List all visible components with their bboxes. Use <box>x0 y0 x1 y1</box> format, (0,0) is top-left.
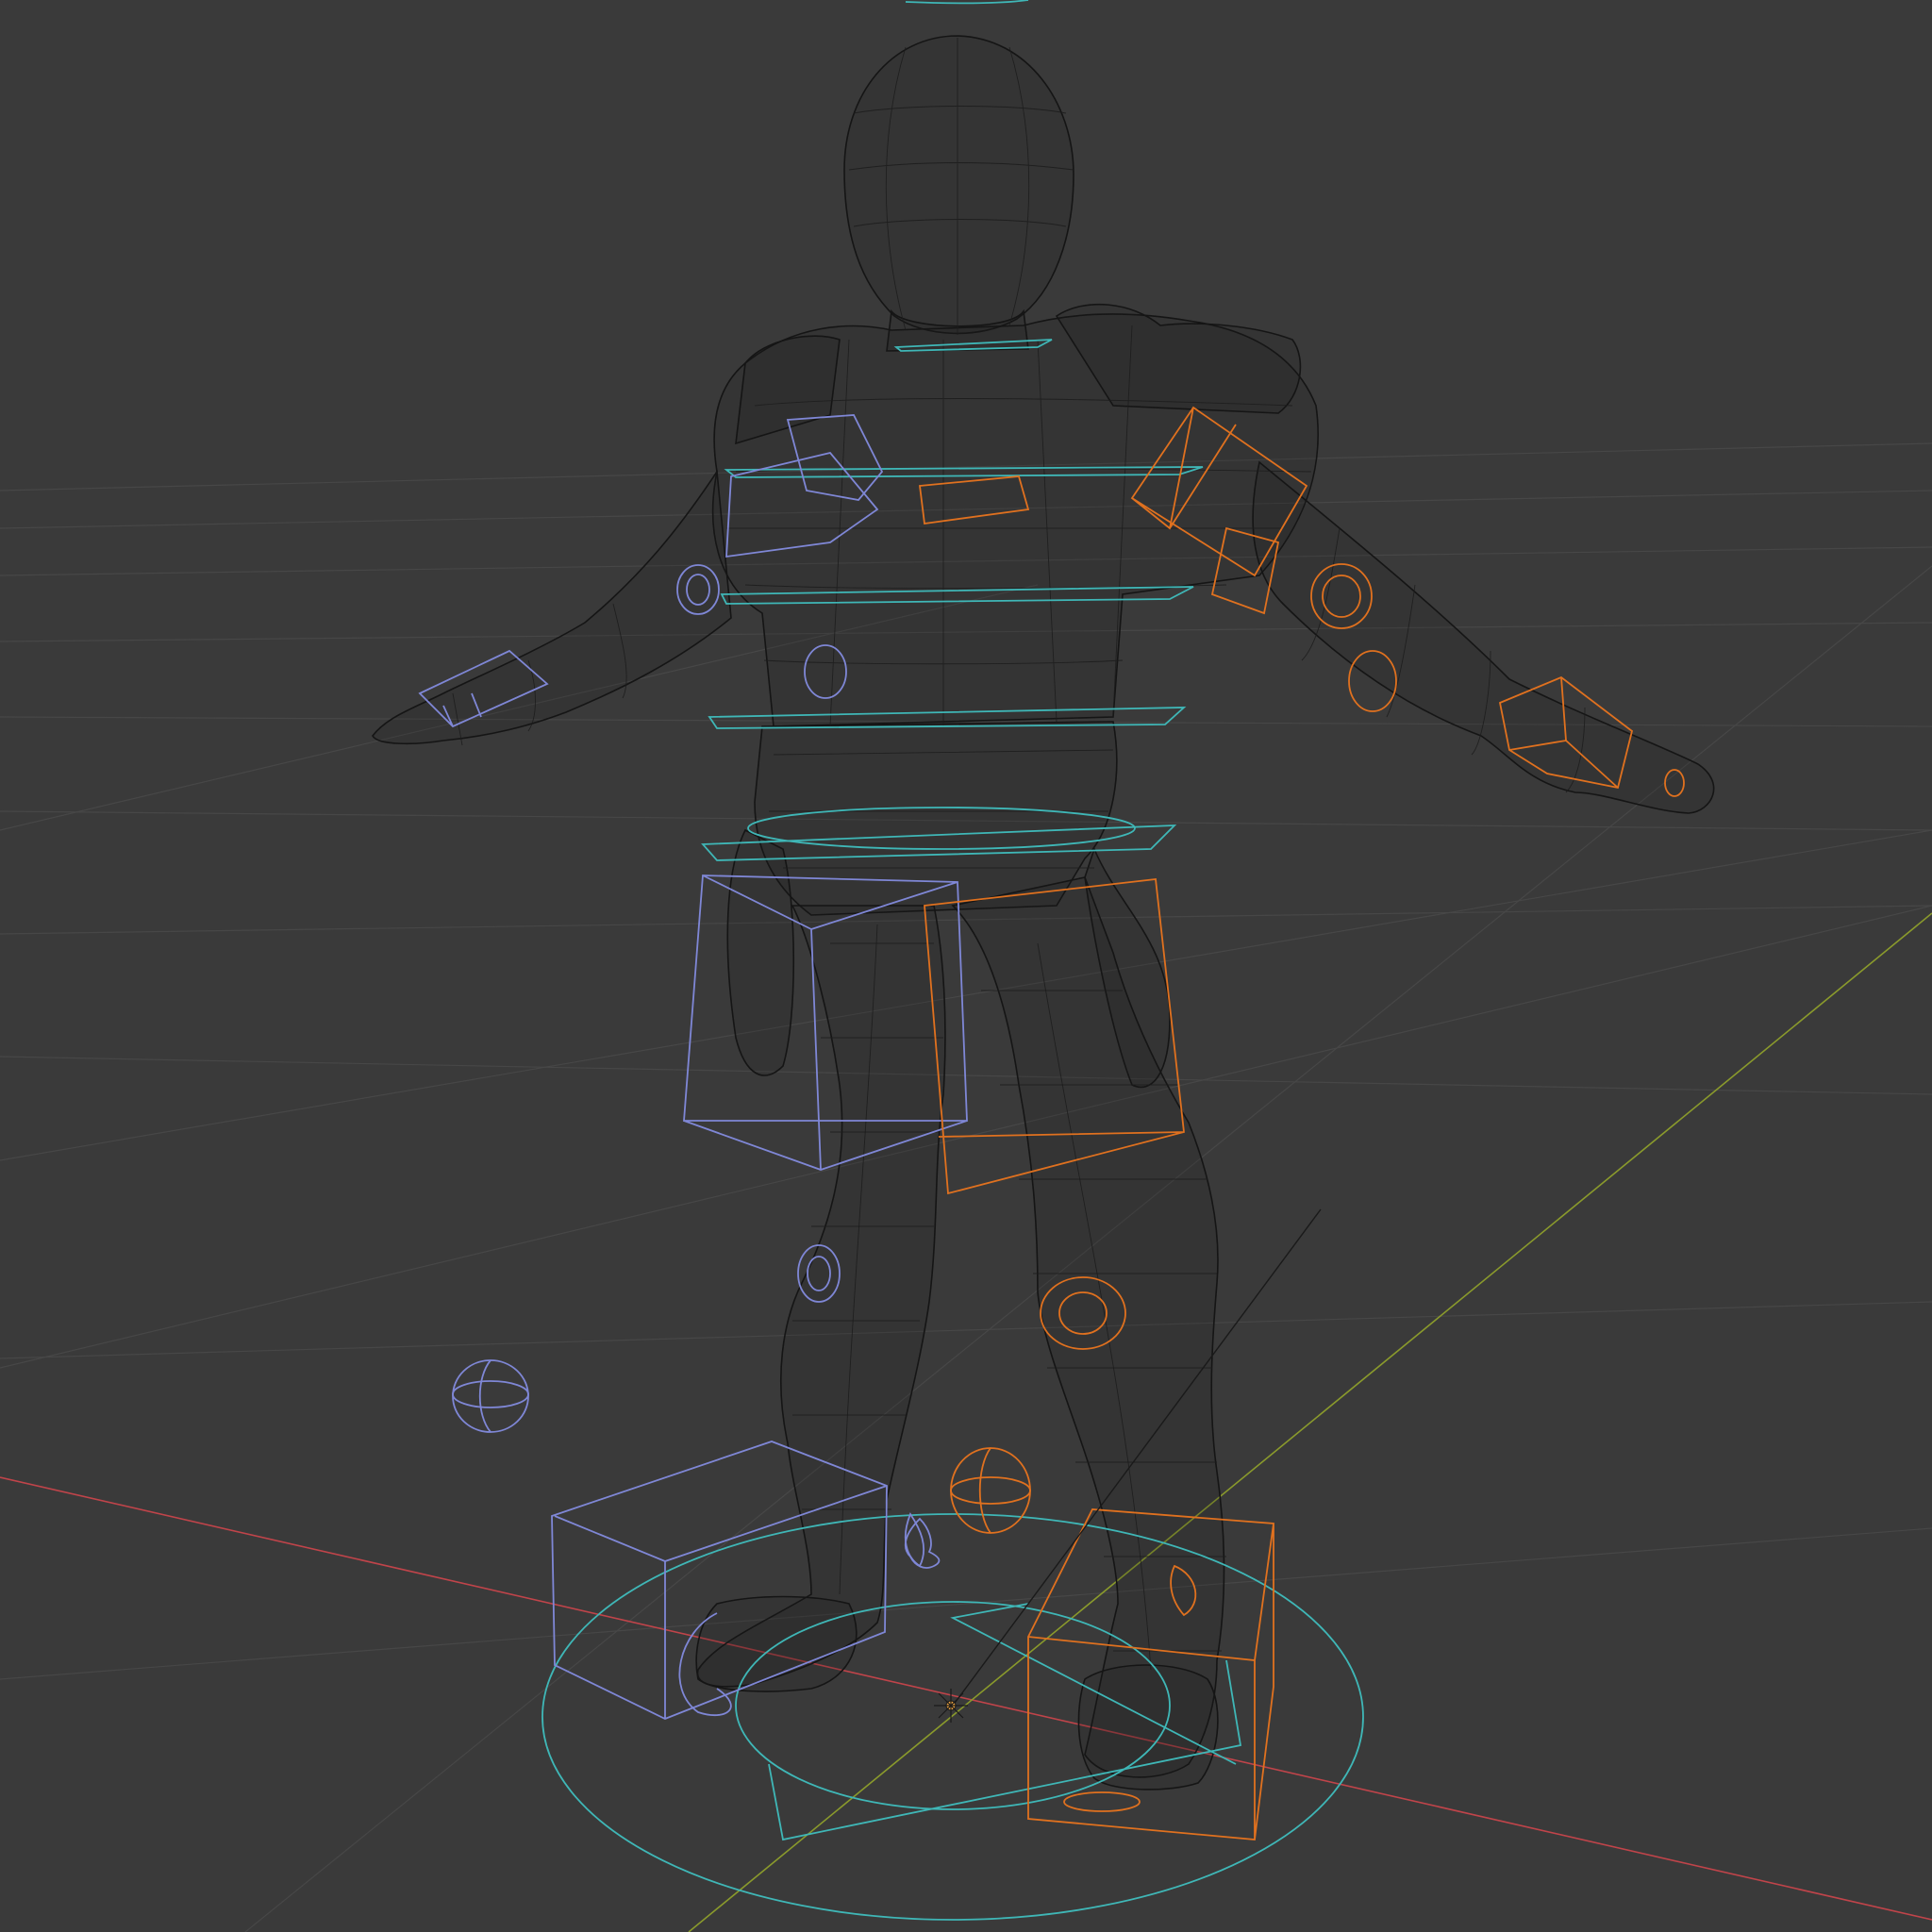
head-control[interactable] <box>905 0 1029 5</box>
3d-viewport[interactable] <box>0 0 1932 1932</box>
viewport-canvas[interactable] <box>0 0 1932 1932</box>
character-mesh[interactable] <box>372 35 1715 1790</box>
right-knee-pole-control[interactable] <box>950 1447 1031 1534</box>
left-toe-control[interactable] <box>904 1512 924 1568</box>
right-knee-pole-meridian[interactable] <box>978 1447 991 1534</box>
origin-marker-icon[interactable] <box>934 1689 968 1723</box>
left-knee-pole-meridian[interactable] <box>478 1359 491 1433</box>
right-heel-control[interactable] <box>1063 1791 1141 1812</box>
left-knee-pole-ring[interactable] <box>452 1380 529 1408</box>
right-knee-pole-ring[interactable] <box>950 1476 1031 1505</box>
left-knee-pole-control[interactable] <box>452 1359 529 1433</box>
x-axis-line <box>0 1476 1932 1921</box>
